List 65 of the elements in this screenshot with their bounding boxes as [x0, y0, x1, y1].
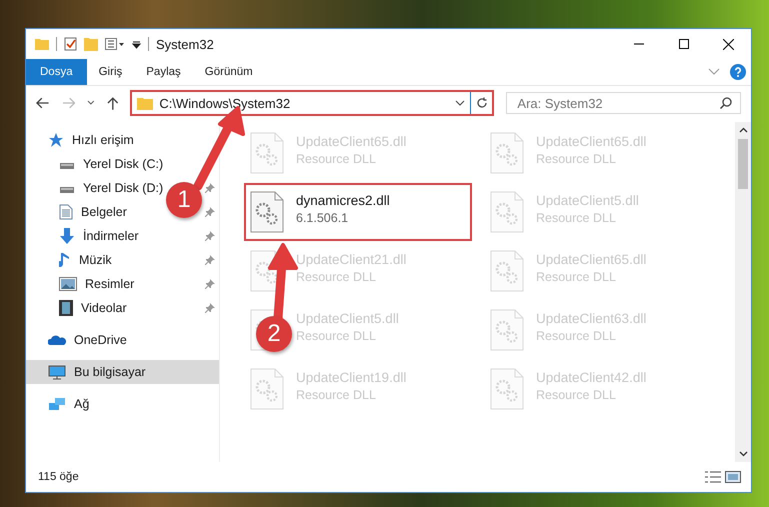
window-title: System32 [156, 36, 214, 52]
caret-icon[interactable] [87, 100, 95, 106]
scrollbar-thumb[interactable] [738, 139, 748, 189]
ribbon-tab[interactable]: Giriş [86, 59, 134, 85]
document-icon [59, 204, 73, 220]
maximize-icon [678, 39, 688, 49]
pin-icon[interactable] [205, 279, 215, 289]
monitor-icon [48, 364, 66, 380]
sidebar-item[interactable]: Bu bilgisayar [74, 365, 146, 379]
sidebar-item[interactable]: Videolar [81, 301, 127, 315]
ribbon-tab[interactable]: Paylaş [134, 59, 193, 85]
music-note-icon [59, 252, 71, 268]
gear-file-icon [250, 191, 284, 233]
large-icons-view-icon[interactable] [725, 471, 741, 483]
sidebar-item[interactable]: Hızlı erişim [72, 133, 134, 147]
search-field[interactable]: Ara: System32 [506, 92, 741, 114]
pin-icon[interactable] [205, 303, 215, 313]
help-icon[interactable] [730, 64, 746, 80]
gear-file-icon [490, 191, 524, 233]
search-input[interactable]: Ara: System32 [515, 94, 720, 112]
sidebar-item[interactable]: Yerel Disk (C:) [83, 157, 164, 171]
sidebar-item[interactable]: Yerel Disk (D:) [83, 181, 164, 195]
sidebar-item[interactable]: Müzik [79, 253, 112, 267]
gear-file-icon [250, 368, 284, 410]
search-icon [720, 97, 732, 109]
checkmark-icon[interactable] [64, 37, 77, 51]
down-arrow-icon [59, 228, 75, 244]
ribbon-tab[interactable]: Görünüm [192, 59, 265, 85]
pin-icon[interactable] [205, 183, 215, 193]
gear-file-icon [250, 132, 284, 174]
sidebar-item[interactable]: Belgeler [81, 205, 127, 219]
chevron-icon[interactable] [708, 68, 720, 76]
back-arrow-icon[interactable] [36, 97, 50, 109]
gear-file-icon [490, 132, 524, 174]
chevron-down-icon[interactable] [738, 451, 748, 457]
close-icon [723, 38, 734, 50]
details-view-icon[interactable] [705, 471, 721, 483]
sidebar-item[interactable]: Ağ [74, 397, 90, 411]
address-field[interactable]: C:\Windows\System32 [132, 92, 470, 114]
file-detail: 6.1.506.1 [296, 211, 350, 225]
scrollbar[interactable] [735, 122, 751, 462]
folder-icon [137, 96, 154, 110]
gear-file-icon [490, 368, 524, 410]
picture-icon [59, 277, 77, 291]
pin-icon[interactable] [205, 231, 215, 241]
refresh-icon [476, 97, 488, 109]
chevron-up-icon[interactable] [738, 127, 748, 133]
caret-icon[interactable] [132, 40, 141, 48]
star-icon [48, 132, 64, 148]
address-path: C:\Windows\System32 [159, 96, 292, 110]
sidebar-item[interactable]: Resimler [85, 277, 134, 291]
item-count: 115 öğe [38, 471, 79, 483]
pin-icon[interactable] [205, 207, 215, 217]
sidebar-item[interactable]: OneDrive [74, 333, 127, 347]
network-icon [48, 396, 66, 412]
caret-icon[interactable] [455, 100, 466, 106]
file-name[interactable]: dynamicres2.dll [296, 193, 390, 208]
sidebar-item[interactable]: İndirmeler [83, 229, 139, 243]
gear-file-icon [490, 309, 524, 351]
pin-icon[interactable] [205, 255, 215, 265]
properties-icon[interactable] [105, 38, 125, 50]
gear-file-icon [490, 250, 524, 292]
up-arrow-icon[interactable] [106, 96, 118, 110]
cloud-icon [48, 334, 66, 346]
film-icon [59, 300, 73, 316]
